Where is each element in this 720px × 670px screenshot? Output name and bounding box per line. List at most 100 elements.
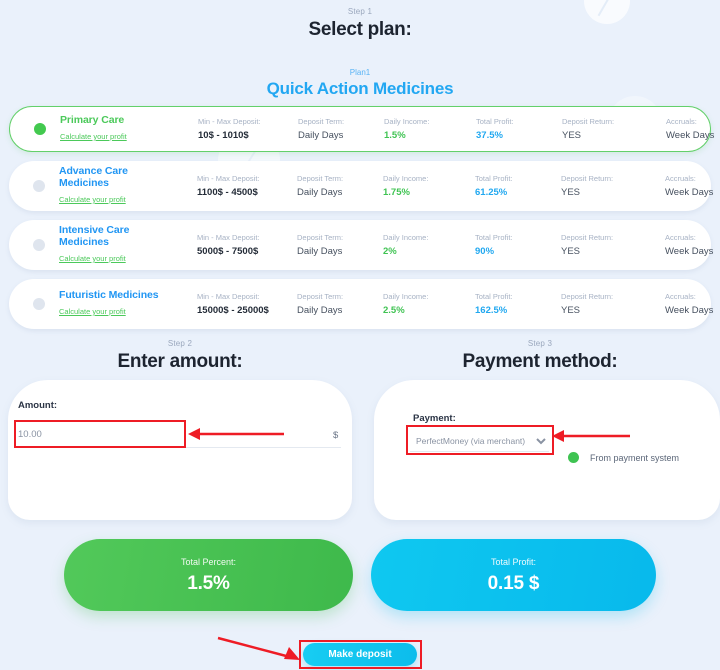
step-3-kicker: Step 3 bbox=[527, 339, 553, 348]
from-payment-system-label: From payment system bbox=[590, 452, 680, 463]
total-profit-value: 0.15 $ bbox=[487, 572, 540, 594]
column-label-term: Deposit Term: bbox=[298, 117, 345, 126]
step-2-header: Step 2 Enter amount: bbox=[0, 338, 360, 374]
plan-name-cell: Advance Care Medicines Calculate your pr… bbox=[59, 165, 177, 207]
column-label-income: Daily Income: bbox=[383, 174, 429, 183]
annotation-arrow-deposit bbox=[217, 636, 300, 660]
payment-label: Payment: bbox=[413, 413, 456, 424]
plan-name: Primary Care bbox=[60, 114, 125, 126]
plan-income-value: 2.5% bbox=[383, 305, 405, 316]
plan-profit-cell: Total Profit: 61.25% bbox=[475, 173, 561, 199]
from-payment-system-note: From payment system bbox=[568, 452, 679, 463]
status-dot-icon bbox=[568, 452, 579, 463]
column-label-profit: Total Profit: bbox=[476, 117, 514, 126]
plan-radio-icon[interactable] bbox=[34, 123, 46, 135]
plan-accruals-value: Week Days bbox=[665, 187, 714, 198]
make-deposit-button[interactable]: Make deposit bbox=[303, 643, 417, 666]
column-label-profit: Total Profit: bbox=[475, 292, 513, 301]
plan-term-cell: Deposit Term: Daily Days bbox=[297, 173, 383, 199]
payment-method-select[interactable]: PerfectMoney (via merchant) bbox=[410, 430, 549, 452]
plan-return-value: YES bbox=[561, 246, 581, 257]
plan-row[interactable]: Intensive Care Medicines Calculate your … bbox=[9, 220, 713, 270]
calculate-profit-link[interactable]: Calculate your profit bbox=[60, 131, 127, 142]
plan-accruals-value: Week Days bbox=[666, 130, 715, 141]
total-profit-card: Total Profit: 0.15 $ bbox=[371, 539, 656, 611]
plan-term-cell: Deposit Term: Daily Days bbox=[297, 291, 383, 317]
plan-profit-value: 37.5% bbox=[476, 130, 503, 141]
column-label-income: Daily Income: bbox=[383, 233, 429, 242]
plan-deposit-value: 5000$ - 7500$ bbox=[197, 246, 259, 257]
plan-profit-cell: Total Profit: 90% bbox=[475, 232, 561, 258]
step-2-kicker: Step 2 bbox=[167, 339, 193, 348]
calculate-profit-link[interactable]: Calculate your profit bbox=[59, 253, 126, 264]
plan-radio-icon[interactable] bbox=[33, 239, 45, 251]
column-label-deposit: Min - Max Deposit: bbox=[197, 233, 260, 242]
column-label-accruals: Accruals: bbox=[665, 174, 696, 183]
plan-profit-value: 90% bbox=[475, 246, 495, 257]
plan-radio-icon[interactable] bbox=[33, 180, 45, 192]
column-label-deposit: Min - Max Deposit: bbox=[197, 292, 260, 301]
column-label-return: Deposit Return: bbox=[561, 174, 614, 183]
total-percent-card: Total Percent: 1.5% bbox=[64, 539, 353, 611]
plan-row[interactable]: Primary Care Calculate your profit Min -… bbox=[9, 106, 714, 152]
total-profit-caption: Total Profit: bbox=[490, 556, 537, 567]
plan-deposit-cell: Min - Max Deposit: 10$ - 1010$ bbox=[198, 116, 298, 142]
plan-deposit-cell: Min - Max Deposit: 1100$ - 4500$ bbox=[197, 173, 297, 199]
plan-accruals-value: Week Days bbox=[665, 246, 714, 257]
step-1-header: Step 1 Select plan: Plan1 Quick Action M… bbox=[0, 0, 720, 100]
plan-accruals-cell: Accruals: Week Days bbox=[666, 116, 720, 142]
column-label-accruals: Accruals: bbox=[666, 117, 697, 126]
plan-radio-icon[interactable] bbox=[33, 298, 45, 310]
column-label-return: Deposit Return: bbox=[561, 233, 614, 242]
total-percent-value: 1.5% bbox=[187, 572, 230, 594]
plan-accruals-cell: Accruals: Week Days bbox=[665, 173, 720, 199]
mid-step-headers: Step 2 Enter amount: Step 3 Payment meth… bbox=[0, 338, 720, 374]
plan-return-cell: Deposit Return: YES bbox=[561, 291, 665, 317]
column-label-accruals: Accruals: bbox=[665, 292, 696, 301]
column-label-accruals: Accruals: bbox=[665, 233, 696, 242]
column-label-deposit: Min - Max Deposit: bbox=[198, 117, 261, 126]
column-label-term: Deposit Term: bbox=[297, 174, 344, 183]
plan-term-value: Daily Days bbox=[298, 130, 344, 141]
plan-term-cell: Deposit Term: Daily Days bbox=[298, 116, 384, 142]
plan-name-cell: Intensive Care Medicines Calculate your … bbox=[59, 224, 177, 266]
plan-term-value: Daily Days bbox=[297, 246, 343, 257]
column-label-profit: Total Profit: bbox=[475, 174, 513, 183]
calculate-profit-link[interactable]: Calculate your profit bbox=[59, 194, 126, 205]
plan-income-value: 2% bbox=[383, 246, 397, 257]
total-percent-caption: Total Percent: bbox=[180, 556, 237, 567]
amount-input[interactable] bbox=[16, 422, 341, 448]
column-label-return: Deposit Return: bbox=[561, 292, 614, 301]
plan-row[interactable]: Advance Care Medicines Calculate your pr… bbox=[9, 161, 713, 211]
plan-name: Advance Care Medicines bbox=[59, 165, 128, 189]
plan-row[interactable]: Futuristic Medicines Calculate your prof… bbox=[9, 279, 713, 329]
plan-profit-value: 61.25% bbox=[475, 187, 508, 198]
plan-accruals-cell: Accruals: Week Days bbox=[665, 232, 720, 258]
plan-deposit-value: 15000$ - 25000$ bbox=[197, 305, 269, 316]
plan-term-value: Daily Days bbox=[297, 305, 343, 316]
step-3-title: Payment method: bbox=[462, 351, 618, 372]
column-label-return: Deposit Return: bbox=[562, 117, 615, 126]
plan-list: Primary Care Calculate your profit Min -… bbox=[9, 106, 714, 338]
plan-return-cell: Deposit Return: YES bbox=[561, 173, 665, 199]
plan-return-value: YES bbox=[562, 130, 582, 141]
step-2-title: Enter amount: bbox=[117, 351, 243, 372]
plan-income-cell: Daily Income: 1.5% bbox=[384, 116, 476, 142]
column-label-profit: Total Profit: bbox=[475, 233, 513, 242]
plan-income-value: 1.5% bbox=[384, 130, 406, 141]
amount-currency-symbol: $ bbox=[333, 430, 339, 441]
plan-income-value: 1.75% bbox=[383, 187, 410, 198]
plan-accruals-cell: Accruals: Week Days bbox=[665, 291, 720, 317]
plan-deposit-cell: Min - Max Deposit: 5000$ - 7500$ bbox=[197, 232, 297, 258]
plan-deposit-cell: Min - Max Deposit: 15000$ - 25000$ bbox=[197, 291, 297, 317]
column-label-income: Daily Income: bbox=[384, 117, 430, 126]
step-3-header: Step 3 Payment method: bbox=[360, 338, 720, 374]
calculate-profit-link[interactable]: Calculate your profit bbox=[59, 306, 126, 317]
plan-name: Futuristic Medicines bbox=[59, 289, 159, 301]
plan-income-cell: Daily Income: 1.75% bbox=[383, 173, 475, 199]
plan-return-value: YES bbox=[561, 305, 581, 316]
plan-profit-value: 162.5% bbox=[475, 305, 508, 316]
step-1-kicker: Step 1 bbox=[347, 7, 373, 16]
plan-group-kicker: Plan1 bbox=[349, 68, 371, 77]
column-label-income: Daily Income: bbox=[383, 292, 429, 301]
